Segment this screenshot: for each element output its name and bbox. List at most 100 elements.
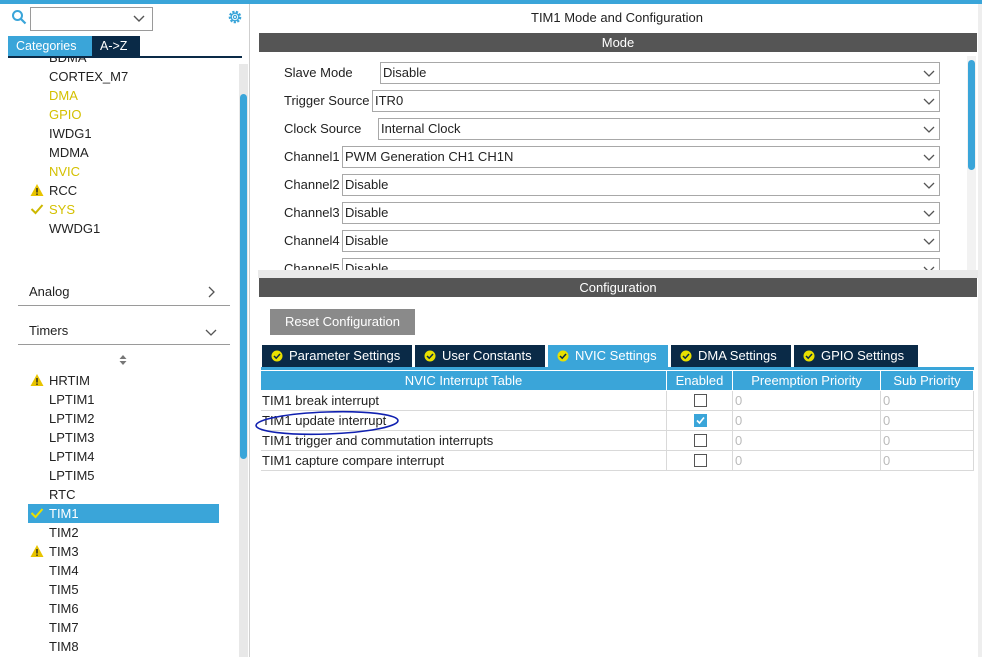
- search-row: [0, 4, 250, 32]
- tree-item-sys[interactable]: SYS: [30, 200, 75, 219]
- tree-item-label: MDMA: [49, 145, 89, 160]
- sub-priority-cell[interactable]: 0: [881, 391, 974, 411]
- preemption-priority-cell[interactable]: 0: [733, 391, 881, 411]
- sort-icon[interactable]: [118, 354, 128, 366]
- tab-nvic-settings[interactable]: NVIC Settings: [548, 345, 668, 367]
- tab-categories[interactable]: Categories: [8, 36, 92, 56]
- tree-item-lptim2[interactable]: LPTIM2: [49, 409, 95, 428]
- enabled-checkbox[interactable]: [694, 394, 707, 407]
- mode-field-select[interactable]: Disable: [342, 230, 940, 252]
- enabled-checkbox[interactable]: [694, 454, 707, 467]
- sub-priority-cell[interactable]: 0: [881, 431, 974, 451]
- tab-gpio-settings[interactable]: GPIO Settings: [794, 345, 918, 367]
- tab-dma-settings[interactable]: DMA Settings: [671, 345, 791, 367]
- tab-label: User Constants: [442, 348, 532, 363]
- mode-field-label: Slave Mode: [284, 65, 353, 80]
- tree-item-tim2[interactable]: TIM2: [49, 523, 79, 542]
- checkmark-icon: [696, 416, 705, 425]
- panel-splitter[interactable]: [258, 270, 978, 278]
- tree-item-tim1[interactable]: TIM1: [30, 504, 79, 523]
- tree-item-bdma[interactable]: BDMA: [49, 58, 87, 67]
- tree-item-lptim1[interactable]: LPTIM1: [49, 390, 95, 409]
- chevron-down-icon: [923, 182, 935, 189]
- tree-item-label: RTC: [49, 487, 76, 502]
- mode-field-value: Disable: [345, 177, 389, 192]
- tree-item-label: TIM1: [49, 506, 79, 521]
- tree-item-iwdg1[interactable]: IWDG1: [49, 124, 92, 143]
- tree-item-lptim4[interactable]: LPTIM4: [49, 447, 95, 466]
- tree-item-rcc[interactable]: RCC: [30, 181, 77, 200]
- configuration-header-bar: Configuration: [259, 278, 977, 297]
- mode-field-select[interactable]: Internal Clock: [378, 118, 940, 140]
- tree-item-label: CORTEX_M7: [49, 69, 129, 84]
- chevron-right-icon[interactable]: [205, 286, 217, 298]
- section-analog[interactable]: Analog: [29, 284, 69, 299]
- tree-item-cortex_m7[interactable]: CORTEX_M7: [49, 67, 128, 86]
- mode-field-label: Channel3: [284, 205, 340, 220]
- tab-parameter-settings[interactable]: Parameter Settings: [262, 345, 412, 367]
- mode-field-select[interactable]: Disable: [342, 202, 940, 224]
- sub-priority-cell[interactable]: 0: [881, 451, 974, 471]
- mode-field-select[interactable]: PWM Generation CH1 CH1N: [342, 146, 940, 168]
- tree-item-label: IWDG1: [49, 126, 92, 141]
- tree-item-label: WWDG1: [49, 221, 101, 236]
- preemption-priority-cell[interactable]: 0: [733, 431, 881, 451]
- tree-item-tim6[interactable]: TIM6: [49, 599, 79, 618]
- tree-item-label: TIM8: [49, 639, 79, 654]
- tree-item-label: TIM5: [49, 582, 79, 597]
- chevron-down-icon[interactable]: [205, 326, 217, 338]
- mode-scrollbar-thumb[interactable]: [968, 60, 975, 170]
- tree-item-nvic[interactable]: NVIC: [49, 162, 80, 181]
- search-icon[interactable]: [11, 9, 27, 25]
- tree-item-tim3[interactable]: TIM3: [30, 542, 79, 561]
- warning-icon: [30, 184, 44, 196]
- enabled-cell: [667, 451, 733, 471]
- section-timers[interactable]: Timers: [29, 323, 68, 338]
- tab-label: GPIO Settings: [821, 348, 905, 363]
- tree-item-tim8[interactable]: TIM8: [49, 637, 79, 656]
- interrupt-name: TIM1 break interrupt: [261, 391, 667, 411]
- tree-item-dma[interactable]: DMA: [49, 86, 78, 105]
- tree-item-label: TIM3: [49, 544, 79, 559]
- enabled-checkbox[interactable]: [694, 414, 707, 427]
- tree-item-lptim5[interactable]: LPTIM5: [49, 466, 95, 485]
- mode-field-select[interactable]: Disable: [342, 258, 940, 270]
- mode-field-select[interactable]: ITR0: [372, 90, 940, 112]
- gear-icon[interactable]: [226, 8, 244, 26]
- tree-item-gpio[interactable]: GPIO: [49, 105, 82, 124]
- tree-item-mdma[interactable]: MDMA: [49, 143, 89, 162]
- chevron-down-icon: [923, 238, 935, 245]
- tree-item-tim5[interactable]: TIM5: [49, 580, 79, 599]
- table-row: TIM1 capture compare interrupt 0 0: [261, 451, 974, 471]
- check-circle-icon: [424, 350, 436, 362]
- mode-scrollbar[interactable]: [967, 56, 976, 270]
- mode-field-select[interactable]: Disable: [380, 62, 940, 84]
- table-row: TIM1 trigger and commutation interrupts 0…: [261, 431, 974, 451]
- tree-item-tim4[interactable]: TIM4: [49, 561, 79, 580]
- tree-item-lptim3[interactable]: LPTIM3: [49, 428, 95, 447]
- tab-label: NVIC Settings: [575, 348, 657, 363]
- configuration-tabs-underline: [261, 367, 974, 370]
- tab-a-to-z[interactable]: A->Z: [92, 36, 140, 56]
- tree-item-label: NVIC: [49, 164, 81, 179]
- enabled-checkbox[interactable]: [694, 434, 707, 447]
- reset-configuration-button[interactable]: Reset Configuration: [270, 309, 415, 335]
- preemption-priority-cell[interactable]: 0: [733, 451, 881, 471]
- check-icon: [30, 508, 44, 519]
- left-scrollbar-thumb[interactable]: [240, 94, 247, 459]
- tree-item-label: TIM4: [49, 563, 79, 578]
- sub-priority-cell[interactable]: 0: [881, 411, 974, 431]
- chevron-down-icon: [133, 15, 145, 22]
- preemption-priority-cell[interactable]: 0: [733, 411, 881, 431]
- search-combo[interactable]: [30, 7, 153, 31]
- chevron-down-icon: [923, 70, 935, 77]
- category-tree: BDMA CORTEX_M7 DMA GPIO IWDG1 MDMA NVIC RCC SYS W…: [0, 58, 238, 657]
- mode-field-select[interactable]: Disable: [342, 174, 940, 196]
- left-scrollbar[interactable]: [239, 64, 248, 657]
- tab-user-constants[interactable]: User Constants: [415, 345, 545, 367]
- tree-item-hrtim[interactable]: HRTIM: [30, 371, 90, 390]
- warning-icon: [30, 374, 44, 386]
- tree-item-wwdg1[interactable]: WWDG1: [49, 219, 100, 238]
- tree-item-rtc[interactable]: RTC: [49, 485, 75, 504]
- tree-item-tim7[interactable]: TIM7: [49, 618, 79, 637]
